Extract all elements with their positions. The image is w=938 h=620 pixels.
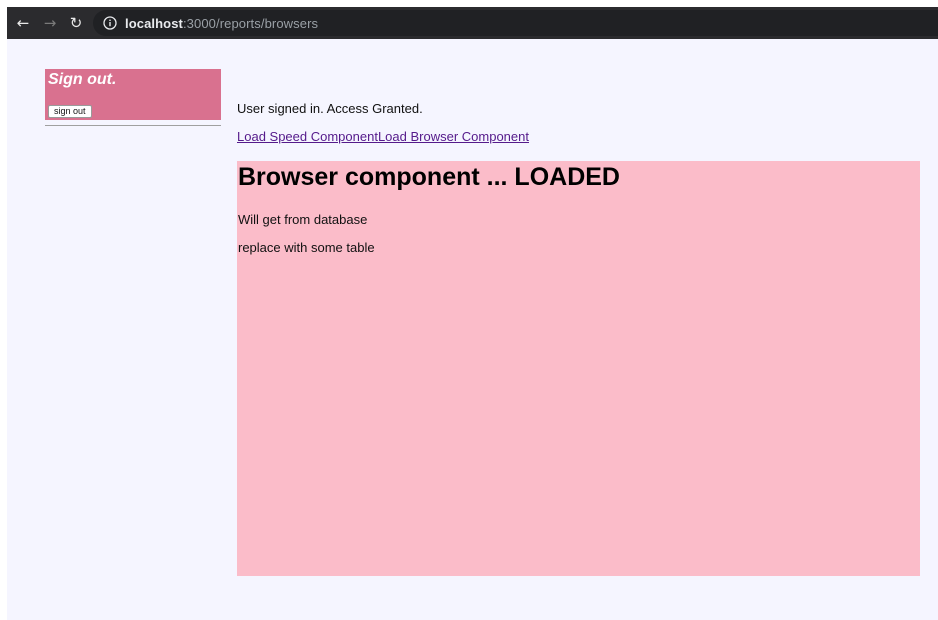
reload-icon[interactable]: ↻ (68, 14, 84, 32)
signout-heading: Sign out. (48, 71, 117, 88)
component-links: Load Speed ComponentLoad Browser Compone… (237, 129, 529, 144)
load-speed-component-link[interactable]: Load Speed Component (237, 129, 378, 144)
component-text-database: Will get from database (238, 212, 368, 227)
address-bar[interactable]: localhost:3000/reports/browsers (93, 10, 938, 36)
divider (45, 125, 221, 126)
browser-toolbar: ← → ↻ localhost:3000/reports/browsers (7, 7, 938, 39)
load-browser-component-link[interactable]: Load Browser Component (378, 129, 529, 144)
page-content: Sign out. sign out User signed in. Acces… (7, 39, 938, 620)
url-path: :3000/reports/browsers (182, 15, 319, 31)
browser-component-panel: Browser component ... LOADED Will get fr… (237, 161, 920, 576)
component-text-table: replace with some table (238, 240, 375, 255)
status-text: User signed in. Access Granted. (237, 101, 423, 116)
back-arrow-icon[interactable]: ← (15, 14, 31, 32)
forward-arrow-icon[interactable]: → (42, 14, 58, 32)
signout-box: Sign out. sign out (45, 69, 221, 120)
sign-out-button[interactable]: sign out (48, 105, 92, 118)
component-title: Browser component ... LOADED (238, 163, 620, 191)
info-icon[interactable] (103, 16, 117, 30)
browser-window: ← → ↻ localhost:3000/reports/browsers Si… (7, 7, 938, 620)
url-host: localhost (125, 15, 183, 31)
url-text: localhost:3000/reports/browsers (125, 16, 318, 31)
